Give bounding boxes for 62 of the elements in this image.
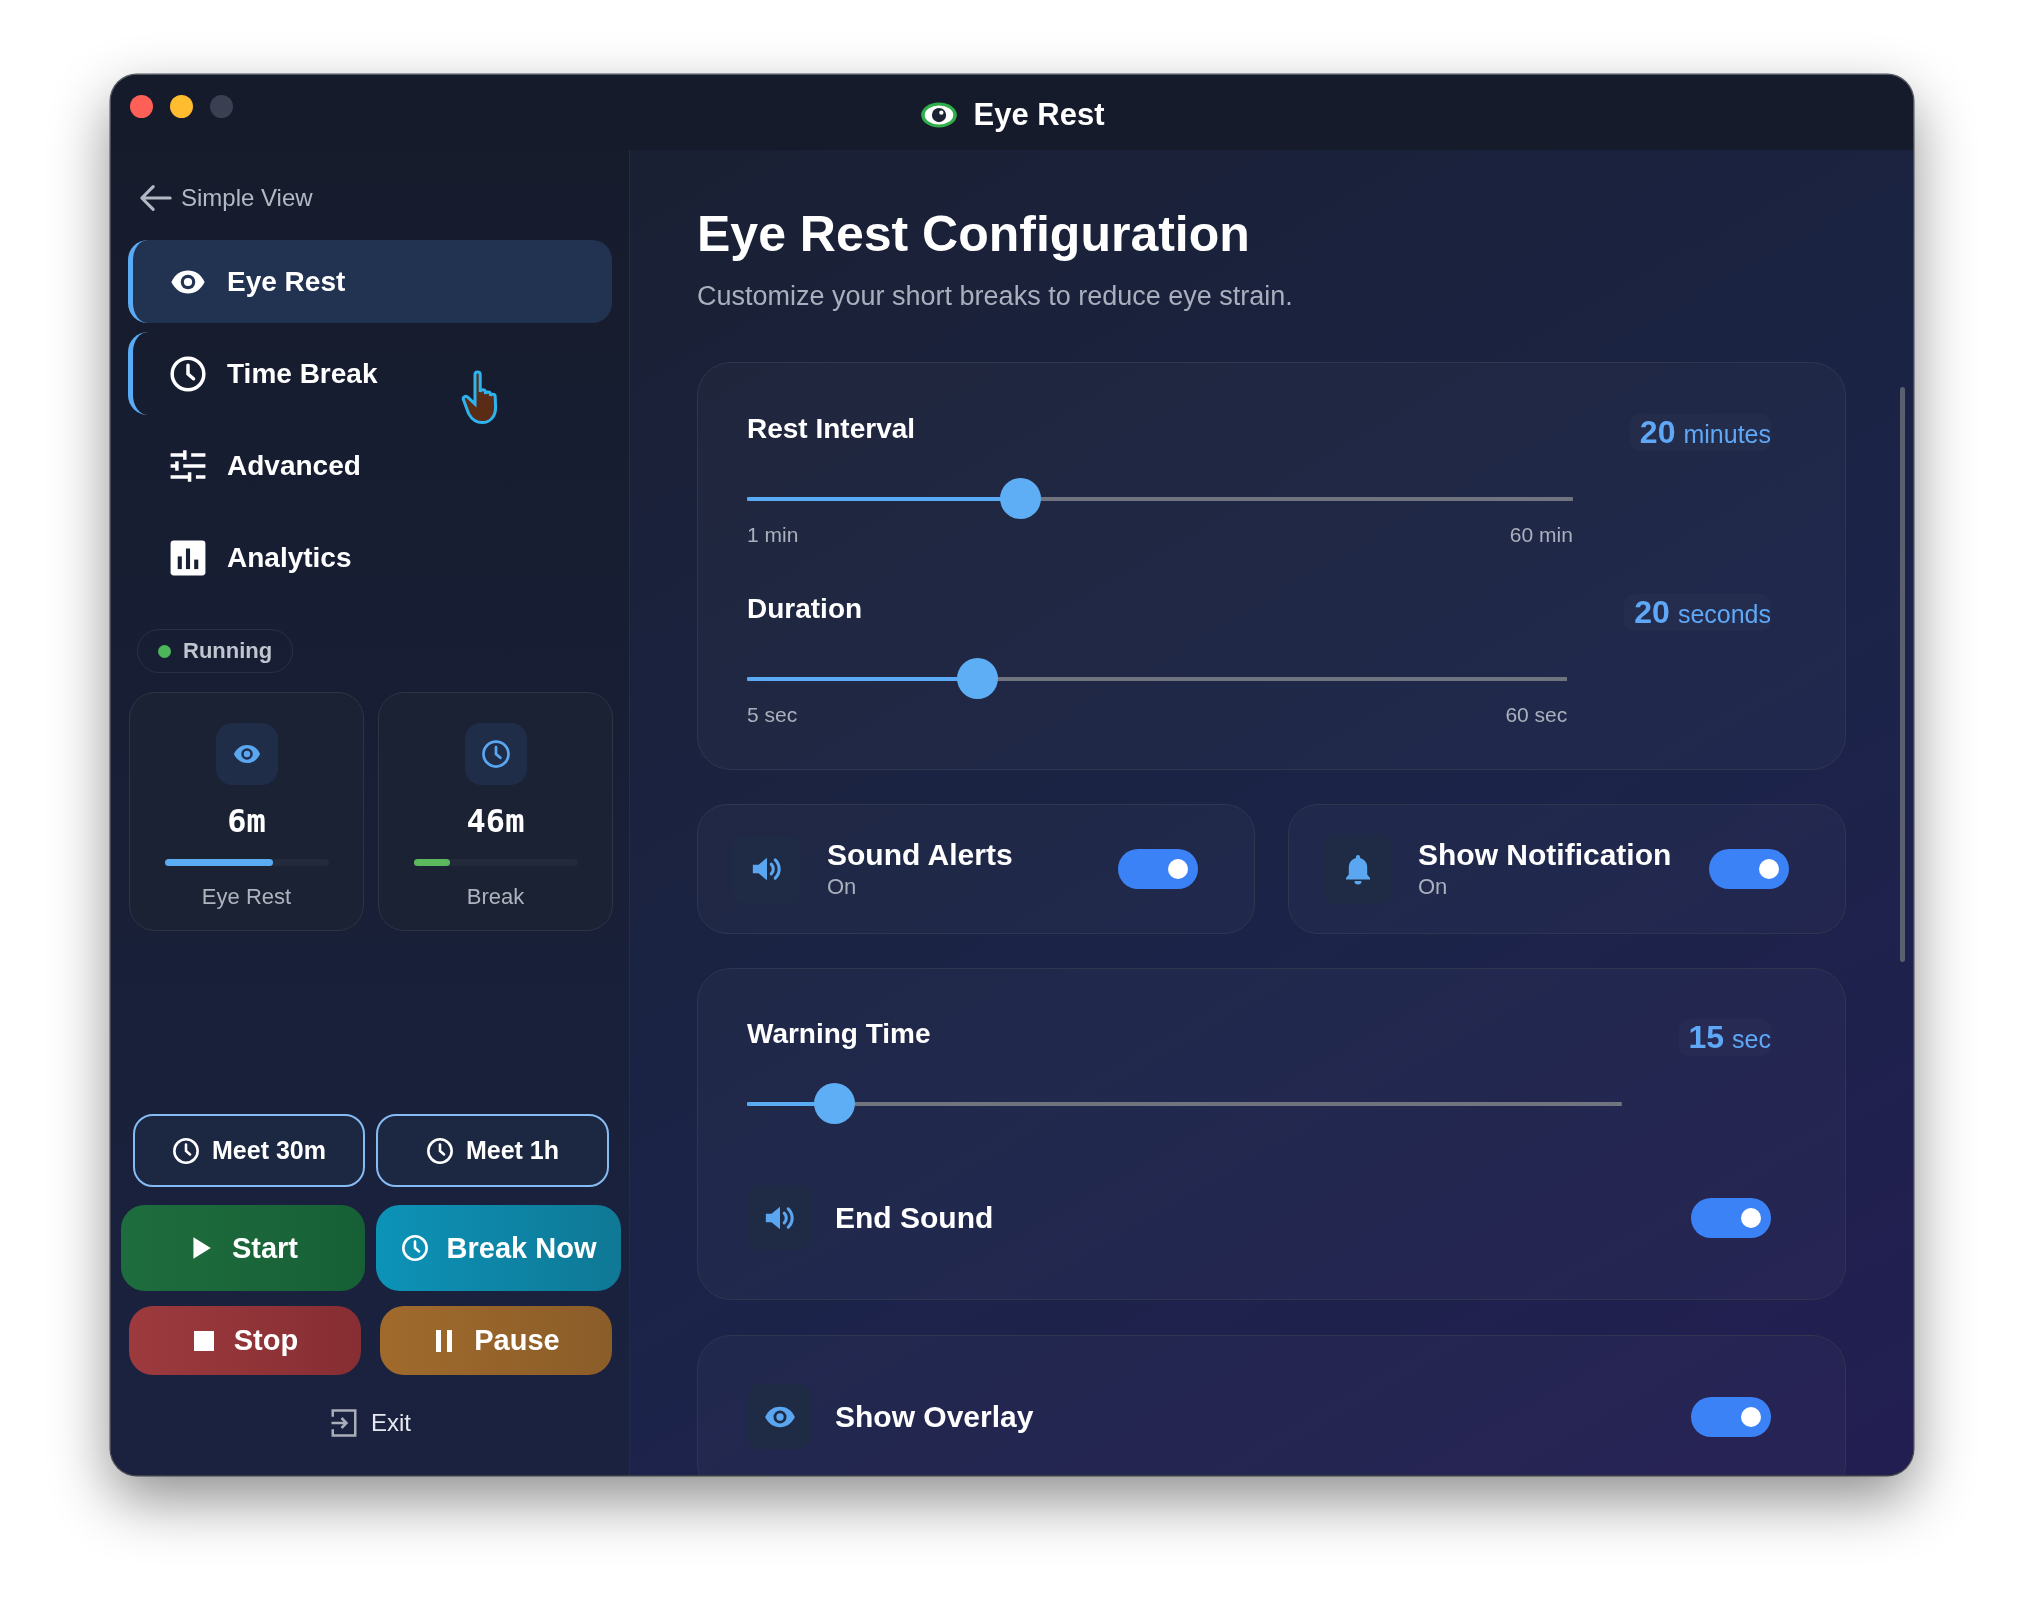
nav-item[interactable]: Eye Rest [128, 240, 612, 323]
pause-button[interactable]: Pause [380, 1306, 612, 1375]
nav-item[interactable]: Advanced [128, 424, 612, 507]
page-heading: Eye Rest Configuration [697, 205, 1251, 264]
value-number: 20 [1639, 414, 1676, 451]
nav-label: Time Break [227, 357, 378, 390]
scrollbar[interactable] [1900, 387, 1905, 962]
clock-icon [480, 739, 511, 769]
toggle-switch[interactable] [1709, 849, 1789, 889]
clock-icon [425, 1136, 454, 1165]
nav-item[interactable]: Analytics [128, 516, 612, 599]
exit-icon [329, 1408, 359, 1438]
page-subtitle: Customize your short breaks to reduce eye strain. [697, 280, 1294, 312]
setting-label: Duration [747, 592, 864, 626]
slider-thumb[interactable] [999, 478, 1041, 519]
stop-button[interactable]: Stop [129, 1306, 361, 1375]
min-label: 1 min [747, 523, 799, 547]
window-minimize-button[interactable] [170, 95, 193, 118]
slider-thumb[interactable] [814, 1083, 856, 1124]
value-number: 15 [1688, 1019, 1725, 1056]
setting-label: Warning Time [747, 1017, 932, 1051]
back-link[interactable]: Simple View [139, 178, 629, 218]
bar-chart-icon [169, 538, 207, 577]
start-button[interactable]: Start [121, 1205, 365, 1291]
setting-label: End Sound [835, 1199, 994, 1236]
slider-thumb[interactable] [956, 658, 998, 699]
meeting-button[interactable]: Meet 1h [376, 1114, 609, 1187]
max-label: 60 min [1509, 523, 1573, 547]
setting-label: Show Overlay [835, 1398, 1034, 1435]
setting-label: Rest Interval [747, 412, 917, 446]
nav-label: Analytics [227, 541, 352, 574]
value-unit: minutes [1683, 420, 1771, 449]
clock-icon [400, 1234, 429, 1262]
back-arrow-icon [139, 183, 173, 213]
break-now-button[interactable]: Break Now [376, 1205, 621, 1291]
stat-label: Eye Rest [201, 884, 292, 910]
clock-icon [169, 354, 207, 393]
max-label: 60 sec [1505, 703, 1568, 727]
setting-label: Sound Alerts [827, 837, 1013, 873]
setting-status: On [827, 873, 858, 901]
setting-status: On [1418, 873, 1449, 901]
toggle-switch[interactable] [1118, 849, 1198, 889]
back-link-label: Simple View [181, 184, 313, 212]
window-close-button[interactable] [130, 95, 153, 118]
stat-value: 46m [466, 801, 525, 841]
setting-label: Show Notification [1418, 837, 1672, 873]
nav-label: Advanced [227, 449, 361, 482]
exit-button[interactable]: Exit [323, 1407, 417, 1439]
stop-icon [191, 1328, 216, 1353]
meeting-button[interactable]: Meet 30m [133, 1114, 365, 1187]
stat-value: 6m [227, 801, 266, 841]
nav-label: Eye Rest [227, 265, 346, 298]
value-unit: seconds [1677, 600, 1771, 629]
status-label: Running [183, 638, 273, 664]
value-unit: sec [1732, 1025, 1771, 1054]
toggle-switch[interactable] [1691, 1396, 1771, 1437]
window-title: Eye Rest [973, 96, 1105, 133]
min-label: 5 sec [747, 703, 798, 727]
stat-label: Break [466, 884, 525, 910]
clock-icon [172, 1136, 200, 1165]
toggle-switch[interactable] [1691, 1197, 1771, 1238]
value-number: 20 [1634, 594, 1670, 631]
